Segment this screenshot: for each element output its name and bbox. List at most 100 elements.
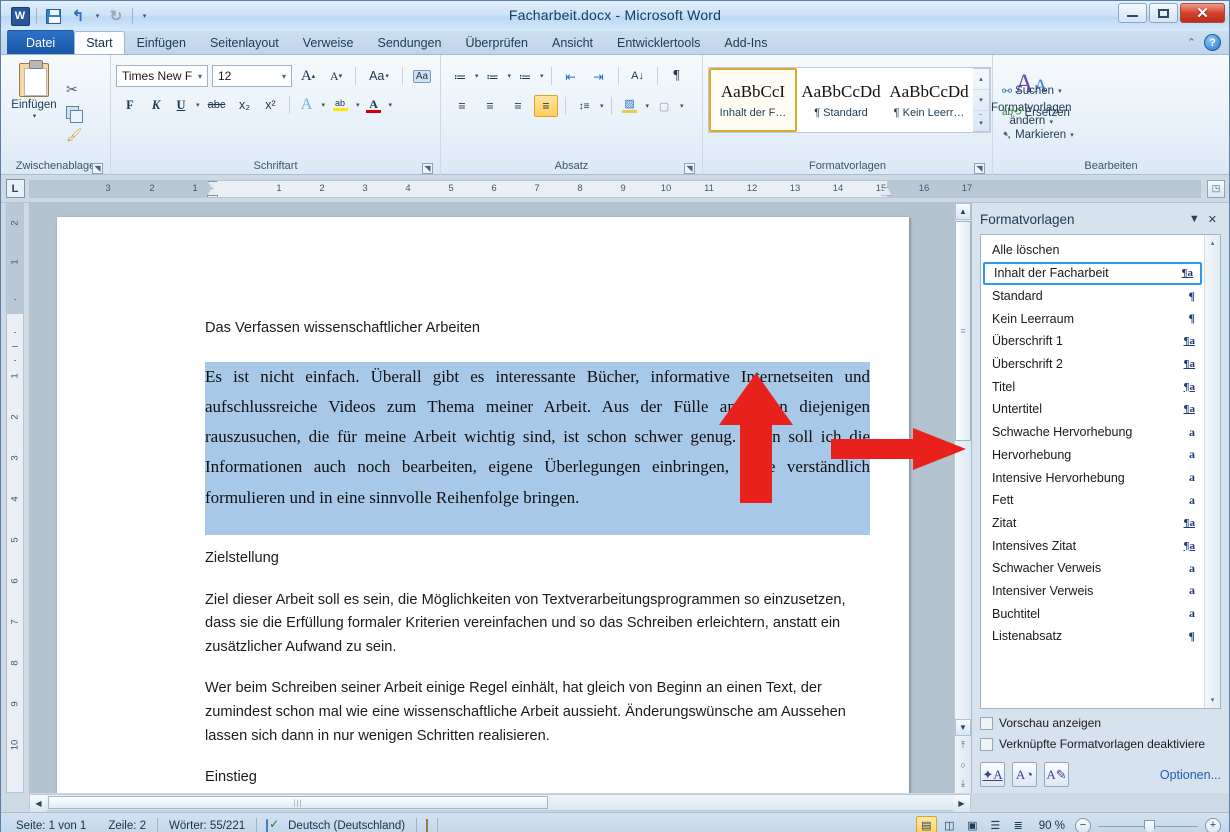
scroll-right-button[interactable]: ▶ bbox=[953, 795, 970, 812]
left-indent-marker[interactable] bbox=[207, 194, 218, 197]
italic-button[interactable]: K bbox=[145, 94, 167, 116]
font-color-dropdown-icon[interactable]: ▾ bbox=[389, 101, 393, 109]
style-gallery-item-kein-leerraum[interactable]: AaBbCcDd ¶ Kein Leerr… bbox=[885, 68, 973, 132]
macro-record-button[interactable] bbox=[417, 818, 437, 832]
document-vertical-scrollbar[interactable]: ▲ ▼ ⤒ ○ ⤓ bbox=[954, 203, 971, 793]
scroll-up-button[interactable]: ▲ bbox=[955, 203, 971, 220]
disable-linked-styles-checkbox-row[interactable]: Verknüpfte Formatvorlagen deaktiviere bbox=[980, 737, 1221, 751]
styles-list[interactable]: Alle löschen Inhalt der Facharbeit ¶a St… bbox=[980, 234, 1221, 709]
gallery-more-button[interactable]: ‾ ▾ bbox=[973, 111, 989, 131]
style-inspector-button[interactable]: A◔ bbox=[1012, 762, 1037, 787]
vertical-scroll-track[interactable] bbox=[955, 442, 971, 719]
doc-paragraph-2[interactable]: Ziel dieser Arbeit soll es sein, die Mög… bbox=[205, 589, 870, 660]
font-dialog-launcher[interactable]: ◥ bbox=[422, 163, 433, 174]
show-preview-checkbox-row[interactable]: Vorschau anzeigen bbox=[980, 716, 1221, 730]
text-effects-button[interactable]: A bbox=[297, 94, 317, 116]
chevron-down-icon[interactable]: ▾ bbox=[279, 72, 289, 81]
paragraph-dialog-launcher[interactable]: ◥ bbox=[684, 163, 695, 174]
multilevel-dropdown-icon[interactable]: ▾ bbox=[540, 72, 544, 80]
styles-pane-minimize-button[interactable]: ▼ bbox=[1185, 213, 1204, 225]
status-word-count[interactable]: Wörter: 55/221 bbox=[158, 820, 256, 832]
borders-button[interactable]: ▢ bbox=[653, 95, 675, 117]
toggle-ruler-button[interactable]: ◳ bbox=[1207, 179, 1225, 198]
select-button[interactable]: ➷ Markieren ▾ bbox=[1000, 127, 1076, 143]
highlight-button[interactable]: ab bbox=[329, 94, 351, 116]
maximize-button[interactable] bbox=[1149, 3, 1178, 23]
align-right-button[interactable]: ≡ bbox=[506, 95, 530, 117]
tab-entwicklertools[interactable]: Entwicklertools bbox=[605, 31, 712, 54]
justify-button[interactable]: ≡ bbox=[534, 95, 558, 117]
style-item-fett[interactable]: Fett a bbox=[981, 489, 1204, 512]
style-item-ueberschrift-2[interactable]: Überschrift 2 ¶a bbox=[981, 353, 1204, 376]
chevron-down-icon[interactable]: ▾ bbox=[385, 72, 389, 80]
tab-verweise[interactable]: Verweise bbox=[291, 31, 366, 54]
style-item-standard[interactable]: Standard ¶ bbox=[981, 285, 1204, 308]
format-painter-button[interactable]: 🖌 bbox=[64, 126, 85, 144]
align-left-button[interactable]: ≡ bbox=[450, 95, 474, 117]
style-item-intensives-zitat[interactable]: Intensives Zitat ¶a bbox=[981, 534, 1204, 557]
style-item-schwacher-verweis[interactable]: Schwacher Verweis a bbox=[981, 557, 1204, 580]
document-page[interactable]: Das Verfassen wissenschaftlicher Arbeite… bbox=[57, 217, 909, 793]
style-item-hervorhebung[interactable]: Hervorhebung a bbox=[981, 444, 1204, 467]
align-center-button[interactable]: ≡ bbox=[478, 95, 502, 117]
next-page-button[interactable]: ⤓ bbox=[955, 774, 971, 793]
view-outline-button[interactable]: ☰ bbox=[985, 816, 1006, 832]
style-item-ueberschrift-1[interactable]: Überschrift 1 ¶a bbox=[981, 330, 1204, 353]
zoom-slider-thumb[interactable] bbox=[1144, 819, 1155, 832]
style-item-intensive-hervorhebung[interactable]: Intensive Hervorhebung a bbox=[981, 466, 1204, 489]
show-preview-checkbox[interactable] bbox=[980, 716, 993, 730]
tab-ueberpruefen[interactable]: Überprüfen bbox=[453, 31, 540, 54]
styles-dialog-launcher[interactable]: ◥ bbox=[974, 163, 985, 174]
highlight-dropdown-icon[interactable]: ▾ bbox=[356, 101, 360, 109]
tab-sendungen[interactable]: Sendungen bbox=[366, 31, 454, 54]
shrink-font-button[interactable]: A ▾ bbox=[324, 65, 348, 87]
view-full-screen-reading-button[interactable]: ◫ bbox=[939, 816, 960, 832]
style-gallery-item-standard[interactable]: AaBbCcDd ¶ Standard bbox=[797, 68, 885, 132]
clipboard-dialog-launcher[interactable]: ◥ bbox=[92, 163, 103, 174]
style-item-untertitel[interactable]: Untertitel ¶a bbox=[981, 398, 1204, 421]
bullets-dropdown-icon[interactable]: ▾ bbox=[475, 72, 479, 80]
paste-button[interactable]: Einfügen ▾ bbox=[6, 59, 62, 158]
vertical-scroll-thumb[interactable] bbox=[955, 221, 971, 441]
style-item-kein-leerraum[interactable]: Kein Leerraum ¶ bbox=[981, 307, 1204, 330]
line-spacing-dropdown-icon[interactable]: ▾ bbox=[600, 102, 604, 110]
scroll-down-button[interactable]: ▼ bbox=[955, 719, 971, 736]
style-item-buchtitel[interactable]: Buchtitel a bbox=[981, 602, 1204, 625]
scroll-left-button[interactable]: ◀ bbox=[30, 795, 47, 812]
cut-button[interactable]: ✂ bbox=[64, 80, 85, 99]
styles-list-scrollbar[interactable]: ▴ ▾ bbox=[1204, 235, 1220, 708]
help-button[interactable]: ? bbox=[1204, 34, 1221, 51]
select-browse-object-button[interactable]: ○ bbox=[955, 755, 971, 774]
chevron-down-icon[interactable]: ▾ bbox=[195, 72, 205, 81]
styles-list-scroll-down-button[interactable]: ▾ bbox=[1205, 692, 1220, 708]
minimize-button[interactable] bbox=[1118, 3, 1147, 23]
doc-paragraph-3[interactable]: Wer beim Schreiben seiner Arbeit einige … bbox=[205, 677, 870, 748]
copy-button[interactable] bbox=[64, 105, 85, 123]
subscript-button[interactable]: x₂ bbox=[234, 94, 256, 116]
horizontal-ruler[interactable]: 3 2 1 1 2 3 4 5 6 7 8 9 10 11 12 13 14 1… bbox=[29, 179, 1201, 198]
style-gallery-item-inhalt[interactable]: AaBbCcI Inhalt der F… bbox=[709, 68, 797, 132]
style-item-titel[interactable]: Titel ¶a bbox=[981, 375, 1204, 398]
vertical-ruler[interactable]: 2 1 1 2 3 4 5 6 7 8 9 10 bbox=[1, 203, 29, 793]
horizontal-scroll-thumb[interactable] bbox=[48, 796, 548, 809]
style-item-schwache-hervorhebung[interactable]: Schwache Hervorhebung a bbox=[981, 421, 1204, 444]
style-item-intensiver-verweis[interactable]: Intensiver Verweis a bbox=[981, 580, 1204, 603]
new-style-button[interactable]: ✦A bbox=[980, 762, 1005, 787]
view-draft-button[interactable]: ≣ bbox=[1008, 816, 1029, 832]
grow-font-button[interactable]: A ▴ bbox=[296, 65, 320, 87]
font-name-combo[interactable]: Times New F ▾ bbox=[116, 65, 208, 87]
text-effects-dropdown-icon[interactable]: ▾ bbox=[322, 101, 326, 109]
font-color-button[interactable]: A bbox=[364, 94, 384, 116]
view-web-layout-button[interactable]: ▣ bbox=[962, 816, 983, 832]
multilevel-list-button[interactable]: ≔ bbox=[515, 65, 535, 87]
document-horizontal-scrollbar[interactable]: ◀ ▶ bbox=[29, 794, 971, 812]
chevron-down-icon[interactable]: ▾ bbox=[33, 112, 37, 120]
style-item-alle-loeschen[interactable]: Alle löschen bbox=[981, 239, 1204, 262]
tab-add-ins[interactable]: Add-Ins bbox=[712, 31, 779, 54]
proofing-status-button[interactable] bbox=[257, 818, 277, 832]
change-case-button[interactable]: Aa ▾ bbox=[363, 65, 395, 87]
manage-styles-button[interactable]: A✎ bbox=[1044, 762, 1069, 787]
collapse-ribbon-icon[interactable]: ⌃ bbox=[1187, 36, 1196, 49]
line-spacing-button[interactable]: ↕≡ bbox=[573, 95, 595, 117]
superscript-button[interactable]: x² bbox=[260, 94, 282, 116]
